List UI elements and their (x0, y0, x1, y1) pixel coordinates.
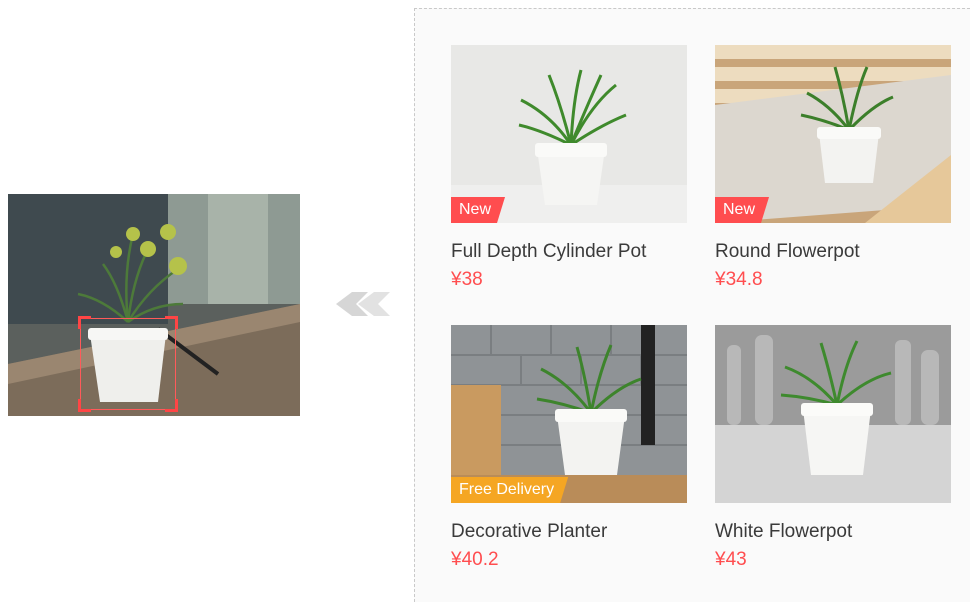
product-image[interactable]: New (451, 45, 687, 223)
box-corner-bottom-right (165, 399, 178, 412)
product-card[interactable]: New Round Flowerpot ¥34.8 (715, 45, 951, 291)
product-title[interactable]: White Flowerpot (715, 521, 951, 543)
right-arrow-icon (336, 292, 390, 316)
product-image[interactable] (715, 325, 951, 503)
product-image[interactable]: Free Delivery (451, 325, 687, 503)
object-detection-box[interactable] (78, 316, 178, 412)
new-badge: New (715, 197, 769, 223)
box-corner-top-right (165, 316, 178, 329)
product-title[interactable]: Round Flowerpot (715, 241, 951, 263)
free-delivery-badge: Free Delivery (451, 477, 568, 503)
product-price: ¥38 (451, 269, 483, 290)
results-panel: New Full Depth Cylinder Pot ¥38 New Roun… (414, 8, 970, 602)
product-card[interactable]: New Full Depth Cylinder Pot ¥38 (451, 45, 687, 291)
product-price: ¥34.8 (715, 269, 763, 290)
product-image[interactable]: New (715, 45, 951, 223)
product-price: ¥43 (715, 549, 747, 570)
product-title[interactable]: Decorative Planter (451, 521, 687, 543)
product-title[interactable]: Full Depth Cylinder Pot (451, 241, 687, 263)
product-price: ¥40.2 (451, 549, 499, 570)
visual-search-page: New Full Depth Cylinder Pot ¥38 New Roun… (0, 0, 974, 604)
box-corner-top-left (78, 316, 91, 329)
new-badge: New (451, 197, 505, 223)
product-card[interactable]: Free Delivery Decorative Planter ¥40.2 (451, 325, 687, 571)
product-card[interactable]: White Flowerpot ¥43 (715, 325, 951, 571)
box-corner-bottom-left (78, 399, 91, 412)
